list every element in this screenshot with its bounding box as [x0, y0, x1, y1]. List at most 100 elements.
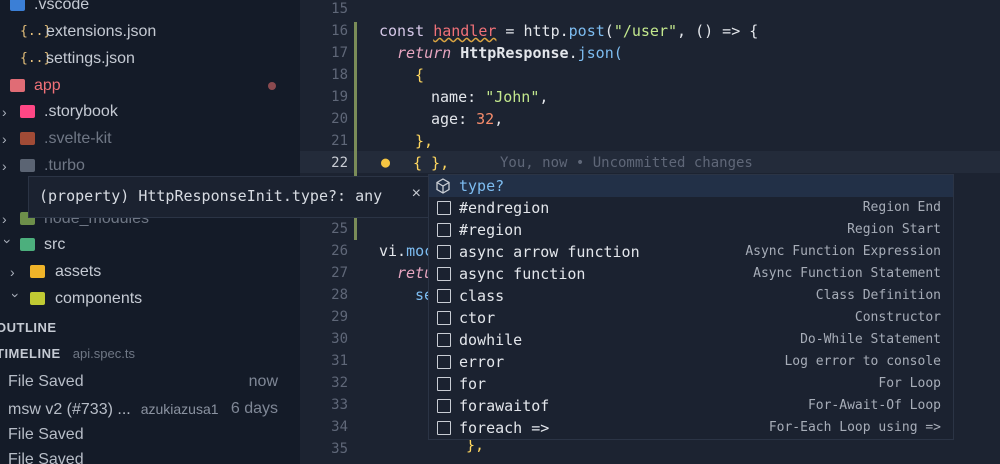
snippet-icon — [437, 289, 451, 303]
chevron-right-icon: › — [2, 158, 7, 174]
tree-item-extensions-json[interactable]: {..} extensions.json — [0, 19, 300, 45]
chevron-right-icon: › — [2, 104, 7, 120]
suggestion-item[interactable]: async arrow function Async Function Expre… — [429, 241, 953, 263]
line-number: 28 — [331, 287, 348, 303]
line-number: 34 — [331, 419, 348, 435]
suggestion-label: #region — [459, 221, 523, 239]
close-icon[interactable]: × — [412, 185, 421, 203]
suggestion-label: #endregion — [459, 199, 550, 217]
line-number: 29 — [331, 309, 348, 325]
svelte-folder-icon — [20, 132, 35, 145]
chevron-right-icon: › — [2, 131, 7, 147]
code-token: json — [577, 44, 614, 62]
timeline-section-header[interactable]: TIMELINE api.spec.ts — [0, 346, 135, 361]
storybook-folder-icon — [20, 105, 35, 118]
tree-item-settings-json[interactable]: {..} settings.json — [0, 46, 300, 72]
lightbulb-icon[interactable]: ● — [381, 153, 390, 171]
suggestion-label: error — [459, 353, 505, 371]
suggestion-item[interactable]: foreach => For-Each Loop using => — [429, 417, 953, 439]
snippet-icon — [437, 377, 451, 391]
suggestion-item[interactable]: #region Region Start — [429, 219, 953, 241]
line-number: 16 — [331, 23, 348, 39]
line-number: 17 — [331, 45, 348, 61]
suggestion-item[interactable]: for For Loop — [429, 373, 953, 395]
line-number: 33 — [331, 397, 348, 413]
suggestion-label: class — [459, 287, 505, 305]
tree-item-assets[interactable]: › assets — [0, 259, 300, 285]
suggestion-detail: Class Definition — [815, 288, 941, 303]
assets-folder-icon — [30, 265, 45, 278]
suggestion-item[interactable]: #endregion Region End — [429, 197, 953, 219]
line-number: 21 — [331, 133, 348, 149]
code-token: HttpResponse — [460, 44, 569, 62]
timeline-file: api.spec.ts — [72, 346, 135, 361]
line-number: 30 — [331, 331, 348, 347]
autocomplete-widget: type? #endregion Region End #region Region… — [428, 174, 954, 440]
src-folder-icon — [20, 238, 35, 251]
tree-item-label: .svelte-kit — [44, 130, 112, 147]
tree-item-app[interactable]: app — [0, 73, 300, 99]
timeline-entry-label: msw v2 (#733) ... — [8, 401, 131, 418]
snippet-icon — [437, 333, 451, 347]
snippet-icon — [437, 421, 451, 435]
tree-item-components[interactable]: › components — [0, 286, 300, 312]
code-token: age: — [431, 110, 477, 128]
suggestion-detail: Constructor — [854, 310, 941, 325]
timeline-entry[interactable]: File Saved now — [8, 369, 280, 395]
suggestion-item[interactable]: forawaitof For-Await-Of Loop — [429, 395, 953, 417]
suggestion-item[interactable]: dowhile Do-While Statement — [429, 329, 953, 351]
suggestion-detail: Region End — [862, 200, 941, 215]
chevron-right-icon: › — [2, 211, 7, 227]
tree-item-storybook[interactable]: › .storybook — [0, 99, 300, 125]
tree-item-svelte-kit[interactable]: › .svelte-kit — [0, 126, 300, 152]
timeline-entry[interactable]: File Saved — [8, 422, 280, 448]
line-number: 19 — [331, 89, 348, 105]
timeline-entry-time: now — [248, 373, 278, 390]
suggestion-label: foreach => — [459, 419, 550, 437]
chevron-right-icon: › — [10, 264, 15, 280]
modified-dot-icon — [268, 82, 276, 90]
suggestion-label: dowhile — [459, 331, 523, 349]
suggestion-detail: Log error to console — [784, 354, 941, 369]
app-folder-icon — [10, 79, 25, 92]
suggestion-detail: Region Start — [847, 222, 941, 237]
snippet-icon — [437, 267, 451, 281]
suggestion-item[interactable]: class Class Definition — [429, 285, 953, 307]
hover-tooltip: (property) HttpResponseInit.type?: any × — [28, 176, 434, 218]
code-token: ( — [613, 44, 623, 62]
suggestion-item[interactable]: error Log error to console — [429, 351, 953, 373]
timeline-entry-time: 6 days — [230, 400, 278, 417]
suggestion-item[interactable]: async function Async Function Statement — [429, 263, 953, 285]
tree-item-label: extensions.json — [46, 23, 157, 40]
suggestion-item[interactable]: ctor Constructor — [429, 307, 953, 329]
outline-section-header[interactable]: OUTLINE — [0, 320, 57, 335]
property-cube-icon — [436, 178, 450, 194]
line-number: 27 — [331, 265, 348, 281]
tree-item-vscode[interactable]: .vscode — [0, 0, 300, 18]
suggestion-item[interactable]: type? — [429, 175, 953, 197]
chevron-down-icon: › — [8, 293, 24, 298]
code-token: , — [494, 110, 504, 128]
code-token: 32 — [476, 110, 495, 128]
code-token: { — [415, 66, 425, 84]
suggestion-label: ctor — [459, 309, 496, 327]
snippet-icon — [437, 311, 451, 325]
timeline-entry[interactable]: msw v2 (#733) ... azukiazusa1 6 days — [8, 396, 280, 422]
code-token: handler — [433, 22, 497, 40]
line-number: 25 — [331, 221, 348, 237]
code-token: "/user" — [613, 22, 678, 40]
timeline-entry-author: azukiazusa1 — [140, 401, 219, 417]
suggestion-detail: Async Function Statement — [753, 266, 941, 281]
code-line: { — [415, 64, 424, 86]
tree-item-label: .storybook — [44, 103, 118, 120]
timeline-entry[interactable]: File Saved — [8, 447, 280, 464]
chevron-down-icon: › — [0, 239, 16, 244]
code-token: , () => { — [677, 22, 759, 40]
components-folder-icon — [30, 292, 45, 305]
tree-item-src[interactable]: › src — [0, 232, 300, 258]
code-token: . — [568, 44, 578, 62]
code-line: age: 32, — [431, 108, 503, 130]
timeline-entry-label: File Saved — [8, 373, 84, 390]
timeline-title: TIMELINE — [0, 346, 61, 361]
timeline-entry-label: File Saved — [8, 451, 84, 464]
